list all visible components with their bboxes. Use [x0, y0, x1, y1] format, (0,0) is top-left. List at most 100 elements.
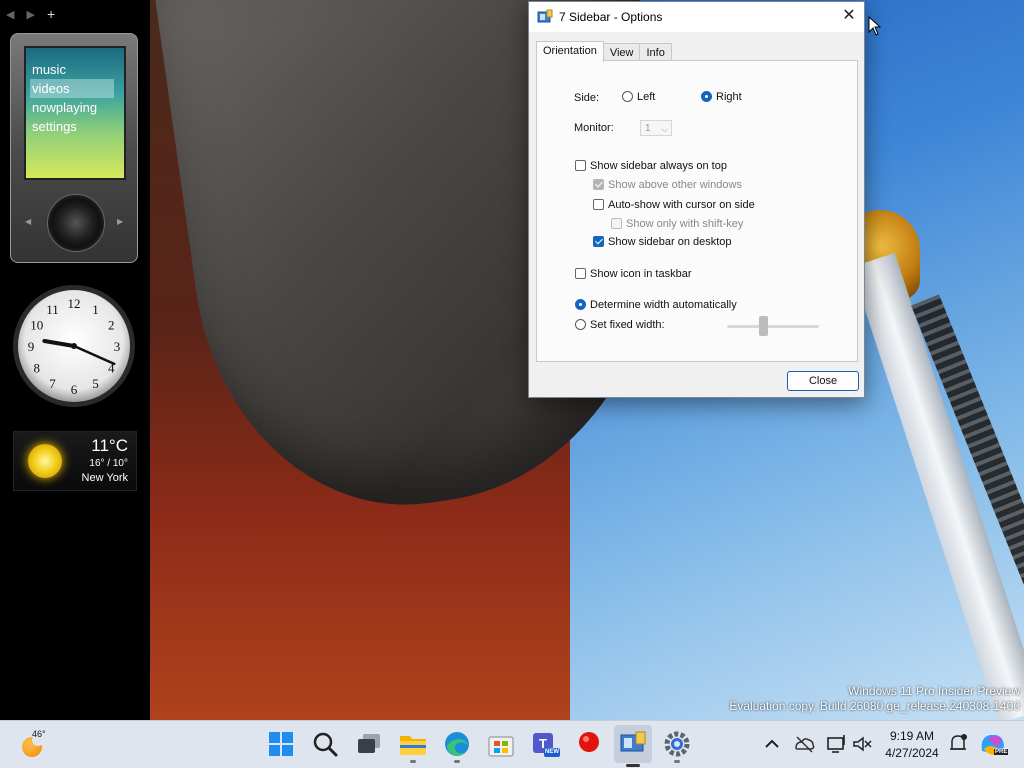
radio-auto-width[interactable]: Determine width automatically: [575, 299, 737, 311]
add-gadget-icon[interactable]: +: [47, 7, 55, 21]
options-dialog: 7 Sidebar - Options ✕ Orientation View I…: [528, 1, 865, 398]
checkbox-shift-key: Show only with shift-key: [611, 218, 743, 230]
settings-icon[interactable]: [662, 729, 692, 763]
always-on-top-label: Show sidebar always on top: [590, 160, 727, 172]
taskbar-date[interactable]: 4/27/2024: [880, 746, 944, 760]
notification-icon[interactable]: [946, 729, 970, 759]
clock-number-8: 8: [34, 361, 41, 376]
tab-orientation[interactable]: Orientation: [536, 41, 604, 62]
width-slider-track[interactable]: [727, 325, 819, 328]
zune-gadget[interactable]: music videos nowplaying settings ◀ ▶: [10, 33, 138, 263]
above-other-windows-label: Show above other windows: [608, 179, 742, 191]
checkbox-indicator[interactable]: [575, 160, 586, 171]
zune-menu-settings[interactable]: settings: [30, 117, 124, 136]
weather-range: 16° / 10°: [89, 458, 128, 469]
checkbox-auto-show[interactable]: Auto-show with cursor on side: [593, 199, 755, 211]
back-icon[interactable]: ◀: [6, 8, 14, 21]
file-explorer-icon[interactable]: [398, 729, 428, 763]
radio-indicator[interactable]: [701, 91, 712, 102]
checkbox-indicator[interactable]: [593, 236, 604, 247]
radio-indicator[interactable]: [575, 299, 586, 310]
search-icon[interactable]: [310, 729, 340, 759]
radio-fixed-width[interactable]: Set fixed width:: [575, 319, 665, 331]
side-left-radio[interactable]: Left: [622, 91, 655, 103]
auto-show-label: Auto-show with cursor on side: [608, 199, 755, 211]
taskbar-icon-label: Show icon in taskbar: [590, 268, 692, 280]
sidebar-taskbar-button[interactable]: [614, 725, 652, 767]
shift-key-label: Show only with shift-key: [626, 218, 744, 230]
edge-icon[interactable]: [442, 729, 472, 763]
fixed-width-label: Set fixed width:: [590, 319, 665, 331]
dialog-titlebar[interactable]: 7 Sidebar - Options ✕: [529, 2, 864, 32]
clock-number-10: 10: [30, 318, 43, 333]
width-slider-thumb[interactable]: [759, 316, 768, 336]
orientation-panel: Side: Left Right Monitor: 1 ⌵ Show sideb…: [536, 60, 858, 362]
sun-icon: [28, 444, 62, 478]
sidebar-app-icon: [537, 9, 553, 23]
chevron-up-icon[interactable]: [760, 729, 784, 759]
radio-indicator[interactable]: [622, 91, 633, 102]
start-icon[interactable]: [266, 729, 296, 759]
store-icon[interactable]: [486, 729, 516, 759]
checkbox-indicator: [611, 218, 622, 229]
checkbox-indicator: [593, 179, 604, 190]
checkbox-above-other-windows: Show above other windows: [593, 179, 742, 191]
close-icon[interactable]: ✕: [834, 2, 864, 32]
weather-gadget[interactable]: 11°C 16° / 10° New York: [13, 431, 137, 491]
zune-menu-videos[interactable]: videos: [30, 79, 114, 98]
zune-menu-music[interactable]: music: [30, 60, 124, 79]
clock-number-1: 1: [92, 302, 99, 317]
watermark-line-1: Windows 11 Pro Insider Preview: [848, 684, 1020, 698]
network-icon[interactable]: [824, 729, 848, 759]
checkbox-taskbar-icon[interactable]: Show icon in taskbar: [575, 268, 692, 280]
zune-back-icon[interactable]: ◀: [25, 217, 31, 226]
onedrive-off-icon[interactable]: [792, 729, 816, 759]
task-view-icon[interactable]: [354, 729, 384, 759]
taskbar-time[interactable]: 9:19 AM: [880, 729, 944, 743]
taskbar: 46° T NEW 9:19 AM 4/27/2024 PRE: [0, 720, 1024, 768]
copilot-icon[interactable]: PRE: [978, 729, 1009, 759]
monitor-select[interactable]: 1 ⌵: [640, 120, 672, 136]
clock-number-12: 12: [68, 296, 81, 311]
clock-number-3: 3: [114, 339, 121, 354]
clock-number-9: 9: [28, 339, 35, 354]
taskbar-weather-temp: 46°: [32, 729, 46, 739]
watermark-line-2: Evaluation copy. Build 26080.ge_release.…: [729, 699, 1020, 713]
zune-screen: music videos nowplaying settings: [24, 46, 126, 180]
clock-number-5: 5: [92, 376, 99, 391]
zune-pad[interactable]: [47, 194, 105, 252]
dialog-title: 7 Sidebar - Options: [559, 10, 663, 24]
side-left-label: Left: [637, 91, 656, 103]
chevron-down-icon: ⌵: [661, 124, 668, 134]
record-icon[interactable]: [574, 729, 604, 759]
auto-width-label: Determine width automatically: [590, 299, 737, 311]
clock-number-2: 2: [108, 318, 115, 333]
copilot-pre-badge: PRE: [994, 749, 1009, 755]
clock-number-11: 11: [46, 302, 59, 317]
clock-number-7: 7: [49, 376, 56, 391]
show-on-desktop-label: Show sidebar on desktop: [608, 236, 732, 248]
checkbox-indicator[interactable]: [593, 199, 604, 210]
zune-menu-nowplaying[interactable]: nowplaying: [30, 98, 124, 117]
windows-watermark: Windows 11 Pro Insider Preview Evaluatio…: [729, 684, 1020, 714]
tab-strip: Orientation View Info: [536, 41, 672, 62]
forward-icon[interactable]: ▶: [26, 8, 34, 21]
zune-play-icon[interactable]: ▶: [117, 217, 123, 226]
checkbox-indicator[interactable]: [575, 268, 586, 279]
clock-center: [71, 343, 77, 349]
desktop-sidebar: ◀ ▶ + music videos nowplaying settings ◀…: [0, 0, 150, 720]
clock-gadget[interactable]: 12 1234567891011: [12, 284, 136, 408]
weather-temperature: 11°C: [91, 436, 128, 455]
monitor-value: 1: [645, 123, 651, 134]
volume-muted-icon[interactable]: [850, 729, 874, 759]
teams-new-badge: NEW: [545, 749, 559, 755]
checkbox-always-on-top[interactable]: Show sidebar always on top: [575, 160, 727, 172]
side-right-radio[interactable]: Right: [701, 91, 742, 103]
monitor-label: Monitor:: [574, 122, 614, 134]
teams-icon[interactable]: T NEW: [530, 729, 560, 759]
radio-indicator[interactable]: [575, 319, 586, 330]
close-button[interactable]: Close: [787, 371, 859, 391]
side-label: Side:: [574, 92, 600, 104]
mouse-cursor-icon: [868, 16, 882, 36]
checkbox-show-on-desktop[interactable]: Show sidebar on desktop: [593, 236, 732, 248]
